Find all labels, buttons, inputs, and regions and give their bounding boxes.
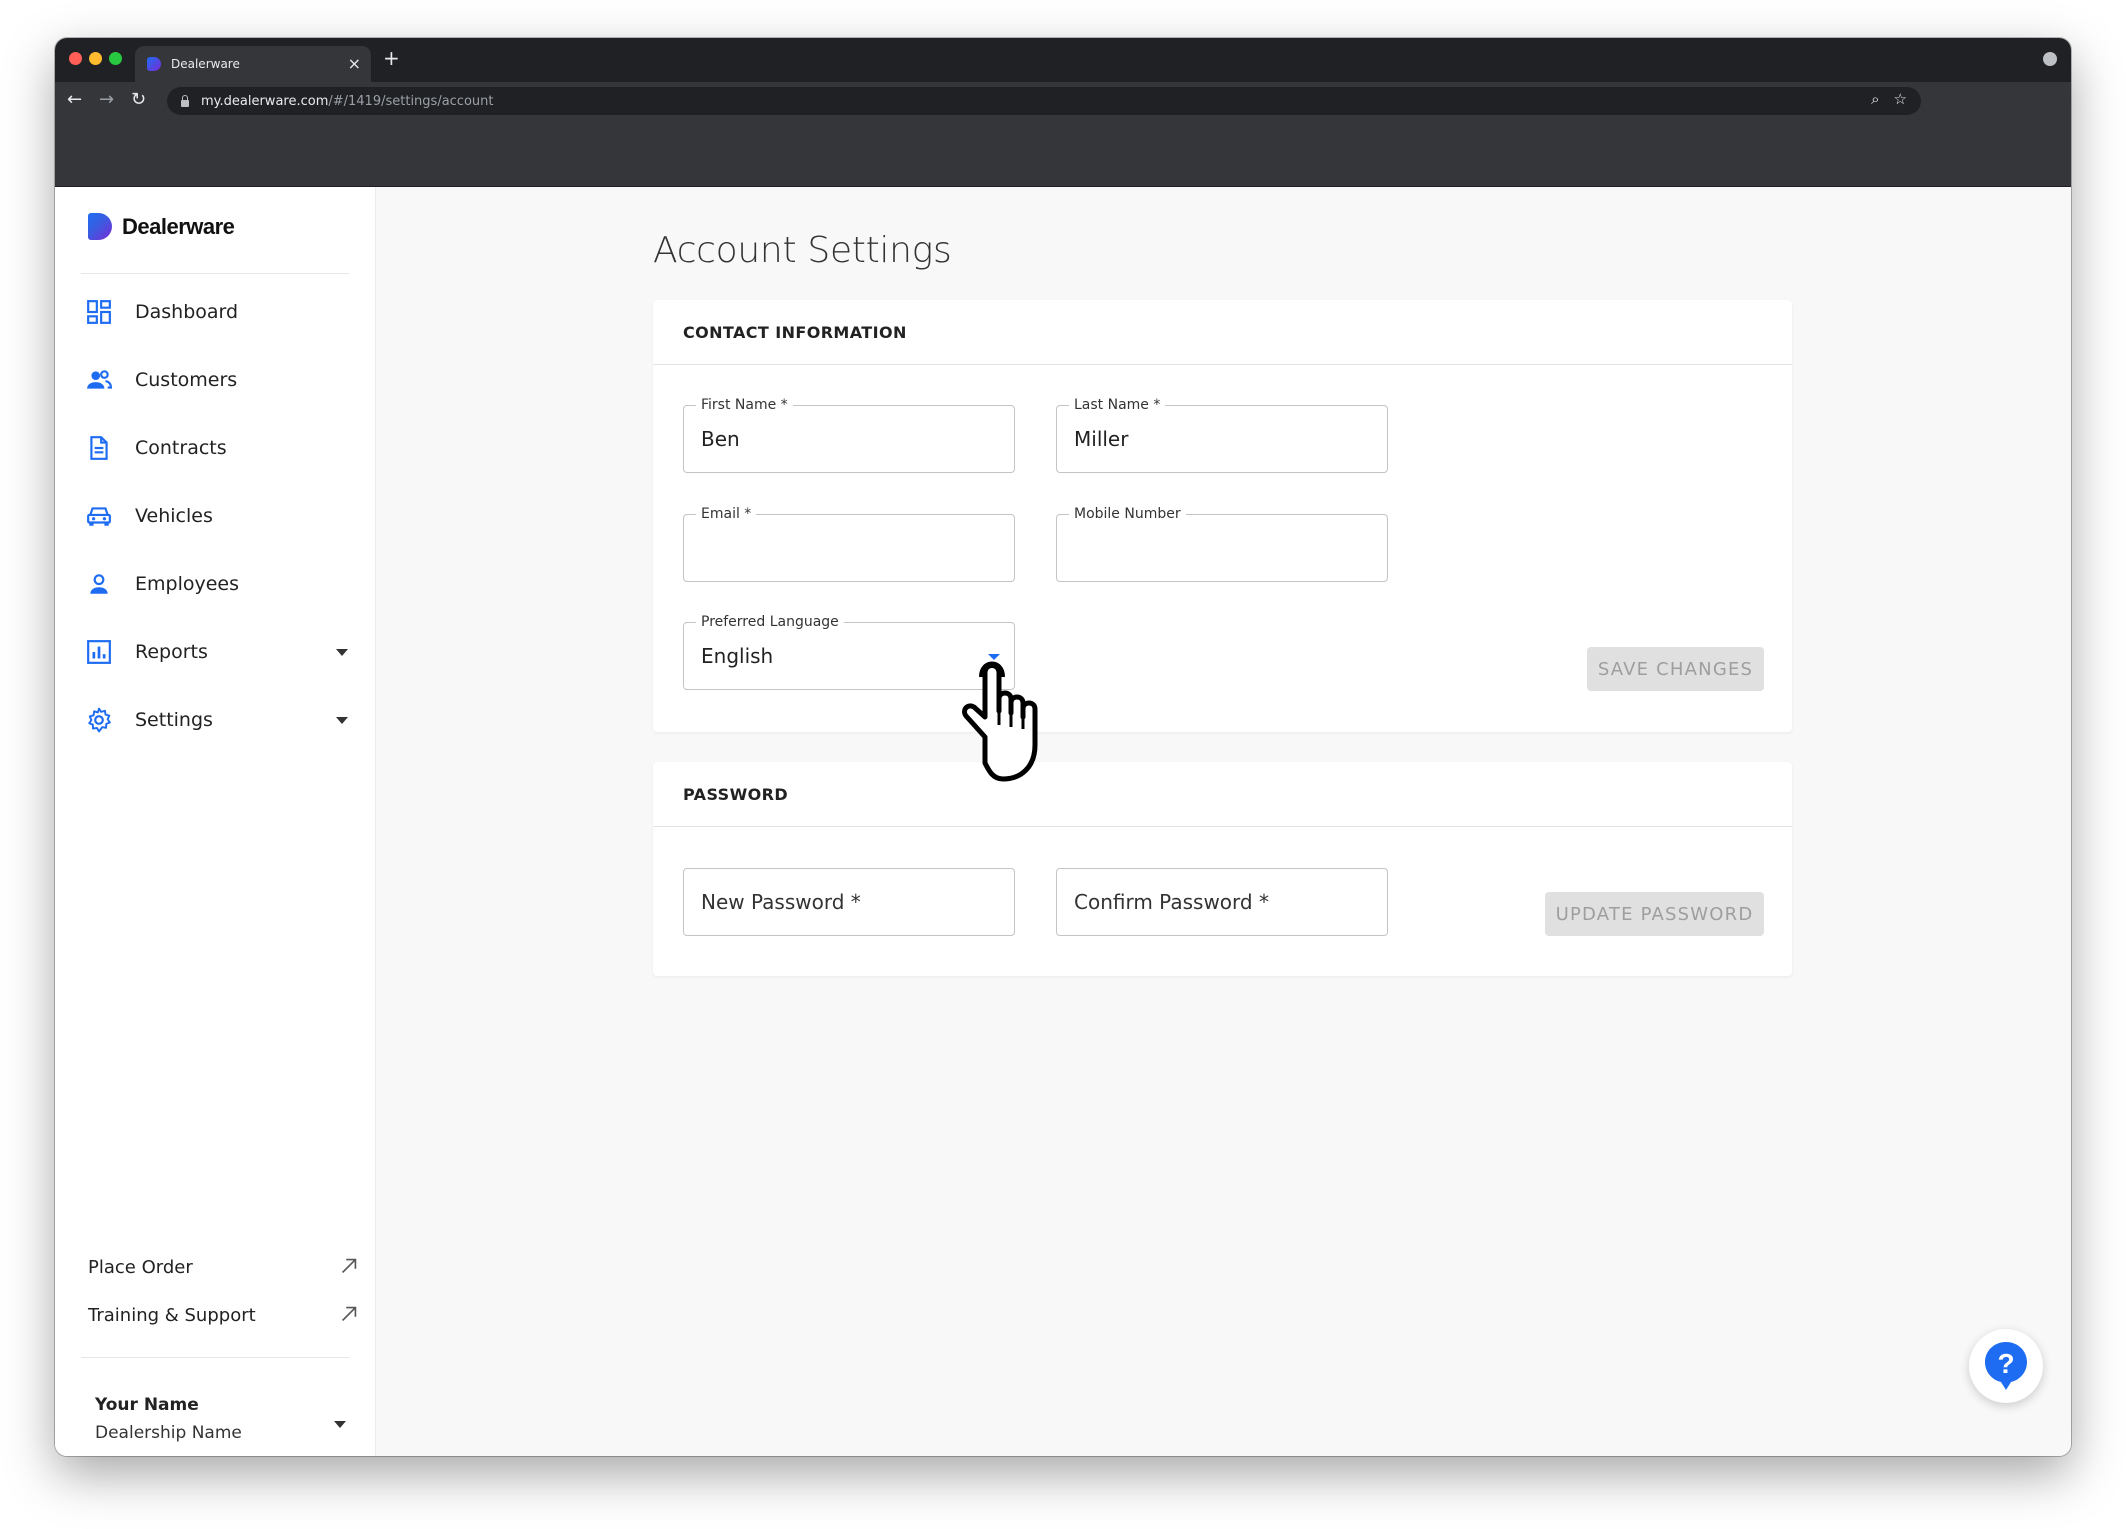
place-order-label: Place Order <box>88 1256 193 1278</box>
mobile-number-label: Mobile Number <box>1069 506 1186 523</box>
sidebar-item-label: Employees <box>135 573 239 595</box>
new-tab-icon[interactable]: + <box>383 48 400 68</box>
contact-information-card: CONTACT INFORMATION First Name * Ben Las… <box>653 300 1792 732</box>
sidebar-item-label: Vehicles <box>135 505 213 527</box>
minimize-window-button[interactable] <box>89 52 102 65</box>
sidebar-item-label: Reports <box>135 641 208 663</box>
brand-name: Dealerware <box>122 213 235 239</box>
forward-arrow-icon[interactable]: → <box>99 88 114 112</box>
sidebar: Dealerware Dashboard Customers Contracts… <box>55 187 376 1456</box>
car-icon <box>87 507 111 526</box>
email-label: Email * <box>696 506 757 523</box>
customers-icon <box>87 370 112 389</box>
external-arrow-icon <box>341 1258 357 1274</box>
first-name-value: Ben <box>701 427 740 451</box>
chevron-down-icon[interactable] <box>336 716 348 724</box>
sidebar-item-label: Contracts <box>135 437 227 459</box>
app-root: Dealerware Dashboard Customers Contracts… <box>55 187 2071 1456</box>
browser-menu-icon[interactable] <box>2043 52 2057 66</box>
mobile-number-field[interactable]: Mobile Number <box>1056 506 1388 582</box>
address-bar[interactable]: my.dealerware.com/#/1419/settings/accoun… <box>167 87 1921 115</box>
browser-tab[interactable]: Dealerware × <box>135 46 371 82</box>
contact-information-header: CONTACT INFORMATION <box>653 300 1792 365</box>
browser-tab-strip: Dealerware × + <box>55 38 2071 82</box>
confirm-password-placeholder: Confirm Password * <box>1074 890 1269 914</box>
save-changes-button[interactable]: SAVE CHANGES <box>1587 647 1764 691</box>
last-name-field[interactable]: Last Name * Miller <box>1056 397 1388 473</box>
sidebar-item-customers[interactable]: Customers <box>55 355 375 405</box>
user-name[interactable]: Your Name <box>95 1395 199 1415</box>
chart-icon <box>87 640 111 664</box>
browser-bookmark-strip <box>55 120 2071 187</box>
brand-logo[interactable]: Dealerware <box>88 213 235 240</box>
sidebar-item-settings[interactable]: Settings <box>55 695 375 745</box>
training-support-label: Training & Support <box>88 1304 256 1326</box>
sidebar-item-dashboard[interactable]: Dashboard <box>55 287 375 337</box>
preferred-language-select[interactable]: Preferred Language English <box>683 614 1015 690</box>
help-button[interactable]: ? <box>1969 1329 2043 1403</box>
back-arrow-icon[interactable]: ← <box>67 88 82 112</box>
dealership-name[interactable]: Dealership Name <box>95 1423 242 1443</box>
first-name-label: First Name * <box>696 397 793 414</box>
dashboard-icon <box>87 300 111 324</box>
gear-icon <box>88 707 111 733</box>
new-password-field[interactable]: New Password * <box>683 868 1015 936</box>
zoom-icon[interactable]: ⌕ <box>1871 90 1879 108</box>
sidebar-item-label: Dashboard <box>135 301 239 323</box>
new-password-placeholder: New Password * <box>701 890 861 914</box>
sidebar-item-reports[interactable]: Reports <box>55 627 375 677</box>
logo-mark-icon <box>88 213 112 240</box>
sidebar-item-contracts[interactable]: Contracts <box>55 423 375 473</box>
favicon-icon <box>147 57 161 71</box>
dropdown-arrow-icon[interactable] <box>988 654 1000 660</box>
tab-title: Dealerware <box>171 57 240 71</box>
url-path: /#/1419/settings/account <box>328 93 494 109</box>
chevron-down-icon[interactable] <box>336 648 348 656</box>
sidebar-item-employees[interactable]: Employees <box>55 559 375 609</box>
password-header: PASSWORD <box>653 762 1792 827</box>
confirm-password-field[interactable]: Confirm Password * <box>1056 868 1388 936</box>
contract-icon <box>90 436 108 460</box>
sidebar-item-label: Customers <box>135 369 238 391</box>
svg-text:?: ? <box>1997 1348 2014 1379</box>
close-window-button[interactable] <box>69 52 82 65</box>
sidebar-divider <box>81 273 349 274</box>
place-order-link[interactable]: Place Order <box>88 1252 360 1282</box>
first-name-field[interactable]: First Name * Ben <box>683 397 1015 473</box>
last-name-label: Last Name * <box>1069 397 1166 414</box>
help-question-icon: ? <box>1985 1342 2027 1390</box>
password-card: PASSWORD New Password * Confirm Password… <box>653 762 1792 976</box>
page-title: Account Settings <box>653 230 952 271</box>
browser-toolbar: ← → ↻ my.dealerware.com/#/1419/settings/… <box>55 82 2071 120</box>
person-icon <box>90 574 108 594</box>
external-arrow-icon <box>341 1306 357 1322</box>
reload-icon[interactable]: ↻ <box>131 88 146 112</box>
bookmark-star-icon[interactable]: ☆ <box>1894 90 1907 108</box>
preferred-language-label: Preferred Language <box>696 614 844 631</box>
url-host: my.dealerware.com <box>201 93 329 109</box>
maximize-window-button[interactable] <box>109 52 122 65</box>
browser-window: Dealerware × + ← → ↻ my.dealerware.com/#… <box>55 38 2071 1456</box>
sidebar-divider <box>81 1357 349 1358</box>
lock-icon <box>181 94 189 107</box>
update-password-button[interactable]: UPDATE PASSWORD <box>1545 892 1764 936</box>
training-support-link[interactable]: Training & Support <box>88 1300 360 1330</box>
tab-close-icon[interactable]: × <box>348 56 361 72</box>
user-menu-chevron-down-icon[interactable] <box>334 1421 346 1428</box>
email-field[interactable]: Email * <box>683 506 1015 582</box>
sidebar-item-vehicles[interactable]: Vehicles <box>55 491 375 541</box>
preferred-language-value: English <box>701 644 774 668</box>
last-name-value: Miller <box>1074 427 1129 451</box>
sidebar-item-label: Settings <box>135 709 213 731</box>
